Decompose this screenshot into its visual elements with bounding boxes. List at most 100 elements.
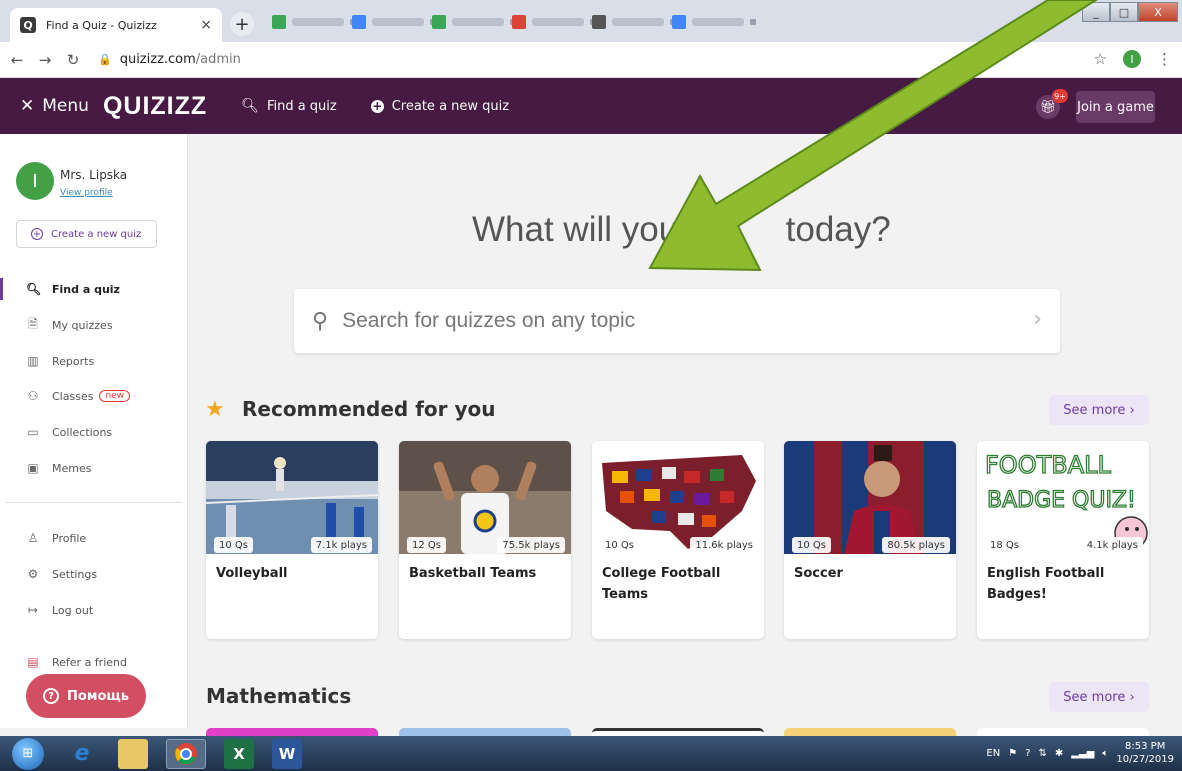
header-find-quiz-label: Find a quiz — [266, 98, 337, 114]
flag-icon[interactable]: ⚑ — [1008, 748, 1017, 759]
browser-tab-active[interactable]: Q Find a Quiz - Quizizz × — [10, 8, 222, 42]
minimize-icon[interactable]: _ — [1082, 2, 1110, 22]
see-more-button[interactable]: See more › — [1049, 682, 1149, 712]
new-tab-button[interactable]: + — [230, 12, 254, 36]
maximize-icon[interactable]: □ — [1110, 2, 1138, 22]
quiz-card-partial[interactable] — [784, 728, 956, 736]
question-count-badge: 18 Qs — [985, 537, 1024, 553]
windows-taskbar: ⊞ e X W EN ⚑ ? ⇅ ✱ ▂▃▅ 🔈︎ 8:53 PM 10/27/… — [0, 736, 1182, 771]
view-profile-link[interactable]: View profile — [60, 188, 113, 198]
search-icon: 🔍︎ — [241, 98, 259, 114]
header-find-quiz-link[interactable]: 🔍︎ Find a quiz — [241, 98, 337, 114]
sidebar-item-collections[interactable]: ▭ Collections — [0, 419, 187, 445]
search-icon: ⚲ — [312, 308, 329, 334]
sidebar-item-log-out[interactable]: ↦ Log out — [0, 597, 187, 623]
clock[interactable]: 8:53 PM 10/27/2019 — [1116, 740, 1174, 766]
quizizz-logo[interactable]: QUIZIZZ — [103, 92, 207, 121]
chrome-icon[interactable] — [166, 738, 206, 769]
gear-icon: ⚙ — [27, 567, 39, 581]
user-name: Mrs. Lipska — [60, 168, 128, 182]
tab-close-icon[interactable]: × — [200, 17, 212, 33]
create-quiz-button[interactable]: + Create a new quiz — [16, 220, 157, 248]
word-icon[interactable]: W — [272, 738, 302, 769]
plays-count-badge: 75.5k plays — [497, 537, 565, 553]
signal-icon[interactable]: ▂▃▅ — [1071, 748, 1094, 759]
sidebar-item-classes[interactable]: ⚇ Classes new — [0, 383, 187, 409]
sidebar-item-profile[interactable]: ♙ Profile — [0, 525, 187, 551]
forward-arrow-icon[interactable]: → — [34, 51, 56, 69]
chevron-right-icon[interactable]: › — [1033, 307, 1042, 332]
browser-menu-icon[interactable]: ⋮ — [1157, 50, 1172, 68]
background-tab[interactable] — [512, 14, 596, 30]
see-more-button[interactable]: See more › — [1049, 395, 1149, 425]
url-field[interactable]: quizizz.com/admin — [120, 52, 241, 67]
menu-toggle-button[interactable]: ✕ Menu — [20, 96, 89, 116]
plus-circle-icon: + — [370, 99, 384, 113]
background-tab[interactable] — [352, 14, 436, 30]
sidebar-item-label: My quizzes — [52, 318, 113, 332]
football-thumb-line2: BADGE QUIZ! — [987, 488, 1136, 513]
join-game-button[interactable]: Join a game — [1076, 91, 1155, 123]
chart-icon: ▥ — [27, 354, 39, 368]
avatar[interactable]: I — [16, 162, 54, 200]
volume-icon[interactable]: 🔈︎ — [1102, 748, 1108, 759]
back-arrow-icon[interactable]: ← — [6, 51, 28, 69]
language-indicator[interactable]: EN — [986, 748, 1000, 759]
windows-start-icon[interactable]: ⊞ — [12, 737, 44, 770]
search-input[interactable] — [342, 309, 983, 333]
sidebar-item-memes[interactable]: ▣ Memes — [0, 455, 187, 481]
url-path: /admin — [195, 52, 241, 67]
quiz-card-partial[interactable] — [977, 728, 1149, 736]
quiz-card-english-football-badges[interactable]: FOOTBALL BADGE QUIZ! 18 Qs 4.1k plays En… — [977, 441, 1149, 639]
bluetooth-icon[interactable]: ✱ — [1055, 748, 1063, 759]
clock-date: 10/27/2019 — [1116, 754, 1174, 765]
question-icon: ? — [43, 688, 60, 704]
background-tab[interactable] — [432, 14, 516, 30]
sidebar-item-refer-a-friend[interactable]: ▤ Refer a friend — [0, 649, 187, 675]
section-title-mathematics: Mathematics — [206, 684, 352, 708]
header-create-quiz-link[interactable]: + Create a new quiz — [370, 98, 510, 114]
image-icon: ▣ — [27, 461, 39, 475]
help-button[interactable]: ? Помощь — [26, 674, 146, 718]
bookmark-star-icon[interactable]: ☆ — [1094, 50, 1107, 68]
quiz-card-basketball-teams[interactable]: 12 Qs 75.5k plays Basketball Teams — [399, 441, 571, 639]
quiz-card-title: Soccer — [794, 566, 843, 581]
excel-icon[interactable]: X — [224, 738, 254, 769]
question-count-badge: 10 Qs — [600, 537, 639, 553]
sidebar-item-label: Memes — [52, 461, 92, 475]
sidebar-item-settings[interactable]: ⚙ Settings — [0, 561, 187, 587]
sidebar-item-reports[interactable]: ▥ Reports — [0, 348, 187, 374]
quiz-card-title: Volleyball — [216, 566, 288, 581]
quiz-card-title: Basketball Teams — [409, 566, 537, 581]
quiz-card-volleyball[interactable]: 10 Qs 7.1k plays Volleyball — [206, 441, 378, 639]
sidebar-item-label: Find a quiz — [52, 282, 120, 296]
search-bar[interactable]: ⚲ › — [294, 289, 1060, 353]
plays-count-badge: 7.1k plays — [310, 537, 372, 553]
plays-count-badge: 11.6k plays — [690, 537, 758, 553]
sidebar-item-label: Collections — [52, 425, 113, 439]
quiz-card-partial[interactable] — [399, 728, 571, 736]
browser-profile-avatar[interactable]: I — [1123, 50, 1141, 68]
sidebar-item-find-a-quiz[interactable]: 🔍︎ Find a quiz — [0, 276, 187, 302]
quiz-card-college-football-teams[interactable]: 10 Qs 11.6k plays College Football Teams — [592, 441, 764, 639]
quiz-card-soccer[interactable]: 10 Qs 80.5k plays Soccer — [784, 441, 956, 639]
quiz-card-partial[interactable] — [592, 728, 764, 736]
network-icon[interactable]: ⇅ — [1039, 748, 1047, 759]
quiz-card-partial[interactable] — [206, 728, 378, 736]
window-close-icon[interactable]: X — [1138, 2, 1178, 22]
menu-label: Menu — [42, 96, 89, 116]
folder-icon: ▭ — [27, 425, 39, 439]
help-icon[interactable]: ? — [1025, 748, 1030, 759]
file-explorer-icon[interactable] — [118, 738, 148, 769]
sidebar-item-my-quizzes[interactable]: 🗎 My quizzes — [0, 312, 187, 338]
app-header: ✕ Menu QUIZIZZ 🔍︎ Find a quiz + Create a… — [0, 78, 1182, 134]
internet-explorer-icon[interactable]: e — [62, 739, 102, 769]
header-create-quiz-label: Create a new quiz — [391, 98, 510, 114]
background-tab[interactable] — [592, 14, 676, 30]
background-tab[interactable] — [672, 14, 756, 30]
close-icon: ✕ — [20, 96, 35, 116]
reload-icon[interactable]: ↻ — [62, 51, 84, 69]
background-tab[interactable] — [272, 14, 356, 30]
question-count-badge: 10 Qs — [214, 537, 253, 553]
hero-title-right: today? — [785, 210, 891, 249]
